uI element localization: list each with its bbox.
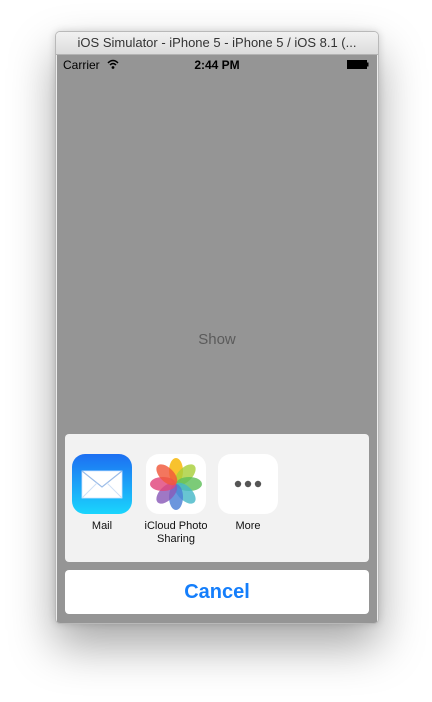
share-item-icloud-photo-sharing[interactable]: iCloud Photo Sharing <box>139 454 213 546</box>
icloud-photo-sharing-label: iCloud Photo Sharing <box>144 520 208 545</box>
mail-icon[interactable] <box>72 454 132 514</box>
status-bar: Carrier 2:44 PM <box>57 55 377 75</box>
share-item-mail[interactable]: Mail <box>65 454 139 533</box>
battery-icon <box>347 60 369 69</box>
cancel-button[interactable]: Cancel <box>65 570 369 614</box>
mail-label: Mail <box>91 520 113 532</box>
show-button[interactable]: Show <box>57 331 377 348</box>
photos-icon[interactable] <box>146 454 206 514</box>
share-sheet: Mail iCloud Photo Sharing More <box>65 434 369 562</box>
more-icon[interactable] <box>218 454 278 514</box>
status-time: 2:44 PM <box>194 58 240 72</box>
device-screen: Carrier 2:44 PM Show Mail iCloud Photo S… <box>57 55 377 623</box>
share-item-more[interactable]: More <box>211 454 285 533</box>
simulator-window: iOS Simulator - iPhone 5 - iPhone 5 / iO… <box>55 31 379 624</box>
window-title: iOS Simulator - iPhone 5 - iPhone 5 / iO… <box>56 32 378 55</box>
more-label: More <box>235 520 261 532</box>
